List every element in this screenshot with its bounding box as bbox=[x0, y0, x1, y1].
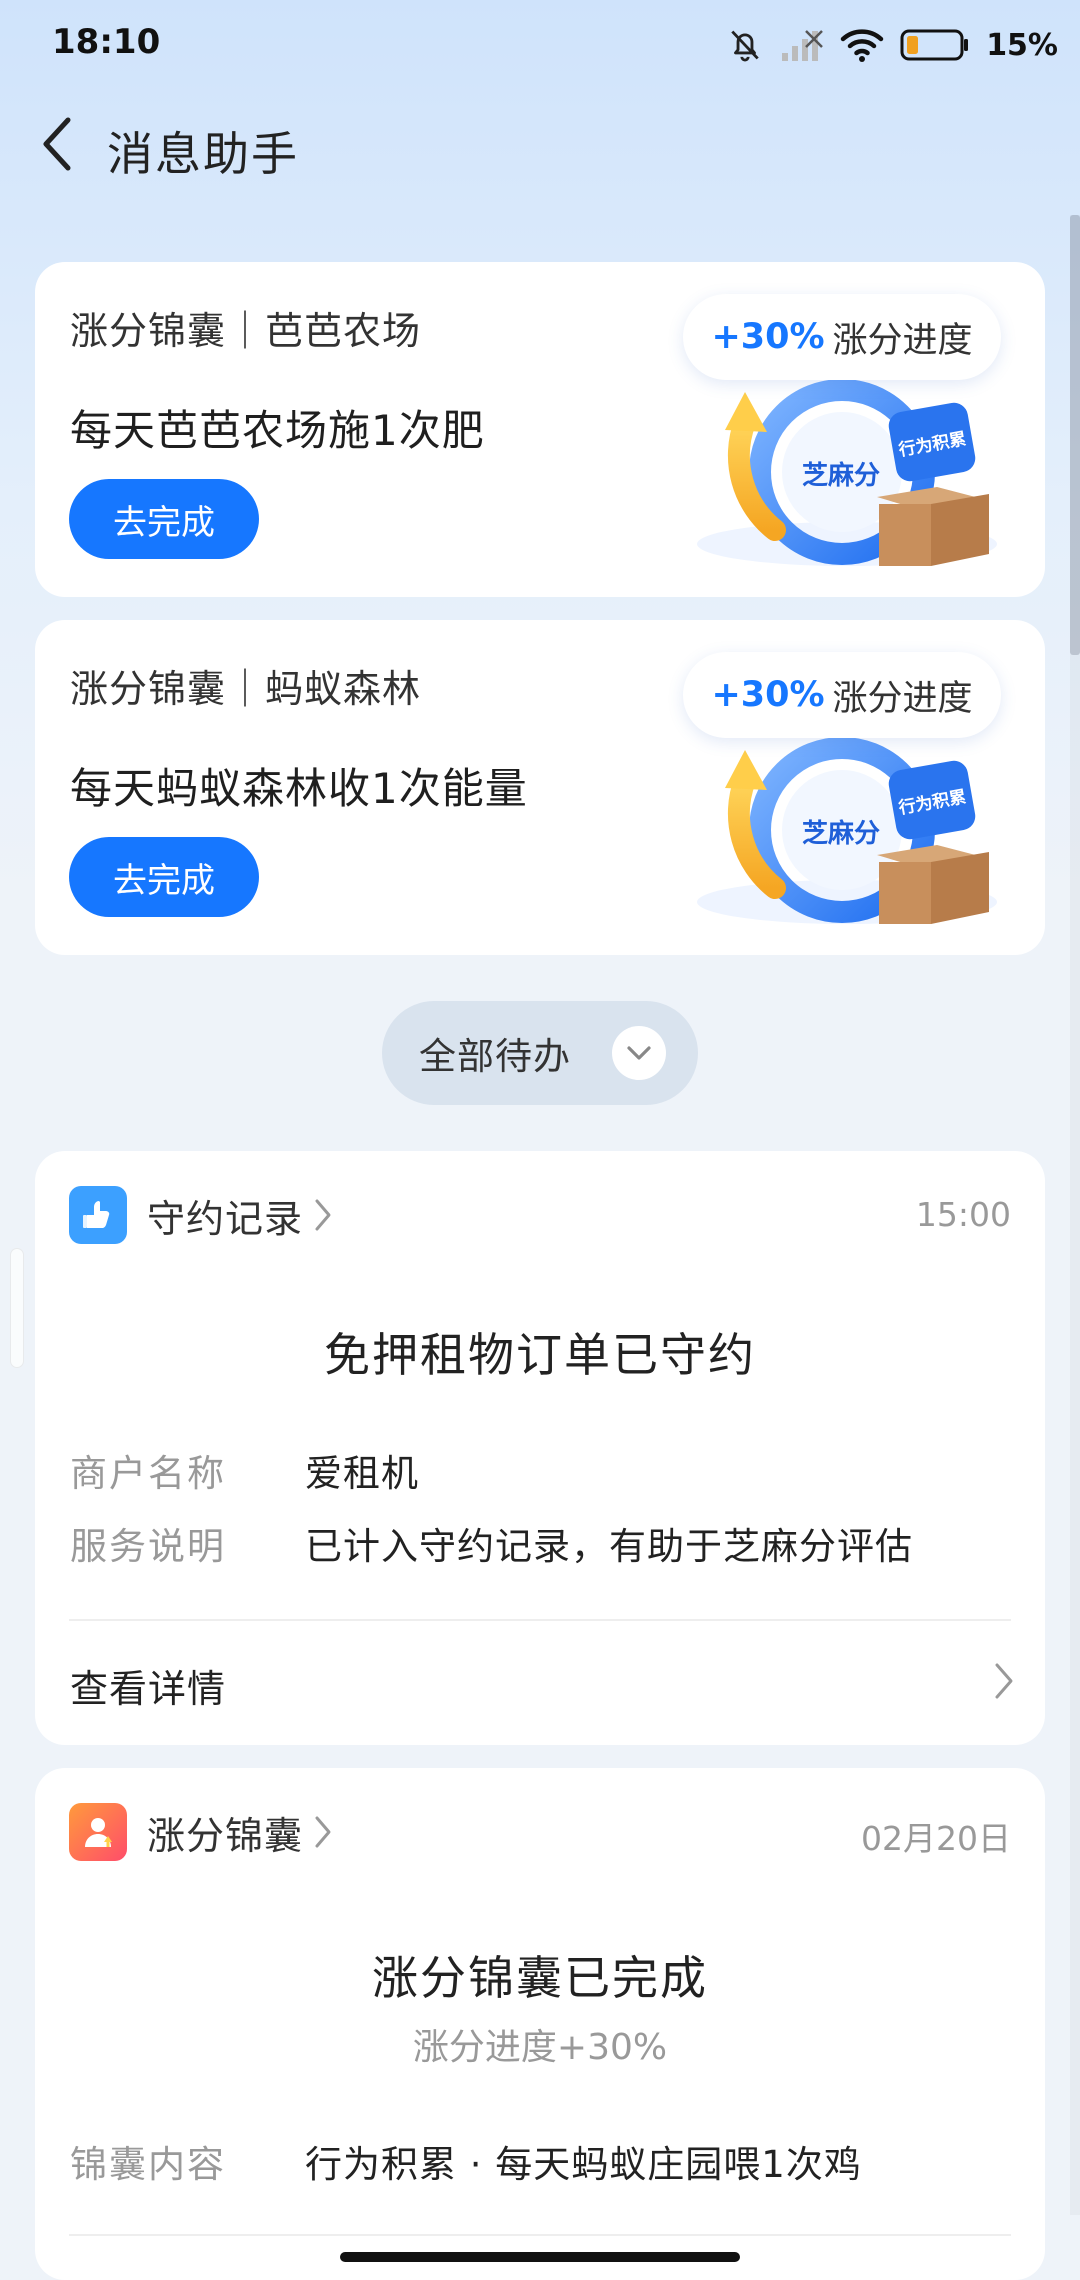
ring-label: 芝麻分 bbox=[802, 819, 880, 849]
back-icon bbox=[43, 117, 71, 171]
expand-toggle[interactable] bbox=[612, 1026, 666, 1080]
record-subtitle: 涨分进度+30% bbox=[412, 2027, 668, 2068]
all-todo-label: 全部待办 bbox=[419, 1035, 571, 1078]
chevron-right-icon[interactable] bbox=[993, 1661, 1015, 1701]
side-edge-handle[interactable] bbox=[10, 1248, 24, 1368]
progress-percent: +30% bbox=[711, 317, 825, 357]
progress-label: 涨分进度 bbox=[832, 678, 973, 719]
score-progress-illustration: 芝麻分 行为积累 +30% 涨分进度 bbox=[647, 282, 1027, 582]
task-description: 每天芭芭农场施1次肥 bbox=[70, 406, 485, 455]
bell-muted-icon bbox=[731, 30, 759, 62]
progress-percent: +30% bbox=[711, 675, 825, 715]
chevron-down-icon bbox=[627, 1046, 651, 1060]
record-card: 涨分锦囊 02月20日 涨分锦囊已完成 涨分进度+30% 锦囊内容 行为积累 ·… bbox=[35, 1768, 1045, 2280]
record-app-link[interactable]: 守约记录 bbox=[69, 1186, 333, 1244]
merchant-name-value: 爱租机 bbox=[305, 1452, 419, 1495]
record-title: 免押租物订单已守约 bbox=[324, 1328, 756, 1382]
record-time: 15:00 bbox=[915, 1195, 1011, 1234]
signal-icon bbox=[782, 30, 824, 61]
battery-percentage: 15% bbox=[986, 27, 1058, 63]
divider bbox=[69, 2234, 1011, 2236]
go-complete-button[interactable]: 去完成 bbox=[69, 479, 259, 559]
thumbs-up-app-icon bbox=[69, 1186, 127, 1244]
trophy-app-icon bbox=[69, 1803, 127, 1861]
back-button[interactable] bbox=[26, 112, 90, 176]
all-todo-button[interactable]: 全部待办 bbox=[382, 1001, 698, 1105]
go-complete-button[interactable]: 去完成 bbox=[69, 837, 259, 917]
task-tag: 涨分锦囊｜芭芭农场 bbox=[70, 309, 422, 353]
task-card[interactable]: 涨分锦囊｜蚂蚁森林 每天蚂蚁森林收1次能量 去完成 芝麻分 行为积累 +30% … bbox=[35, 620, 1045, 955]
progress-bubble: +30% 涨分进度 bbox=[683, 294, 1001, 380]
progress-label: 涨分进度 bbox=[832, 320, 973, 361]
view-details-link[interactable]: 查看详情 bbox=[70, 1658, 226, 1713]
status-icons: 15% bbox=[726, 22, 1058, 68]
ring-label: 芝麻分 bbox=[802, 461, 880, 491]
service-desc-value: 已计入守约记录，有助于芝麻分评估 bbox=[305, 1525, 913, 1568]
kit-content-value: 行为积累 · 每天蚂蚁庄园喂1次鸡 bbox=[305, 2143, 862, 2186]
record-time: 02月20日 bbox=[861, 1819, 1011, 1858]
merchant-name-label: 商户名称 bbox=[70, 1452, 226, 1495]
chevron-right-icon bbox=[315, 1199, 331, 1231]
home-indicator[interactable] bbox=[340, 2252, 740, 2262]
score-progress-illustration: 芝麻分 行为积累 +30% 涨分进度 bbox=[647, 640, 1027, 940]
task-card[interactable]: 涨分锦囊｜芭芭农场 每天芭芭农场施1次肥 去完成 芝麻分 行为积累 +30% 涨… bbox=[35, 262, 1045, 597]
kit-content-label: 锦囊内容 bbox=[70, 2143, 226, 2186]
nav-bar: 消息助手 bbox=[0, 108, 1080, 184]
record-app-name: 涨分锦囊 bbox=[147, 1813, 304, 1858]
status-bar: 18:10 15% bbox=[0, 0, 1080, 90]
page-title: 消息助手 bbox=[107, 127, 299, 181]
task-description: 每天蚂蚁森林收1次能量 bbox=[70, 764, 528, 813]
battery-icon bbox=[900, 29, 969, 61]
progress-bubble: +30% 涨分进度 bbox=[683, 652, 1001, 738]
task-tag: 涨分锦囊｜蚂蚁森林 bbox=[70, 667, 422, 711]
scrollbar-thumb[interactable] bbox=[1070, 215, 1080, 655]
wifi-icon bbox=[840, 29, 884, 62]
service-desc-label: 服务说明 bbox=[70, 1525, 226, 1568]
record-app-name: 守约记录 bbox=[147, 1196, 304, 1241]
record-title: 涨分锦囊已完成 bbox=[372, 1951, 708, 2005]
status-time: 18:10 bbox=[52, 22, 161, 62]
record-app-link[interactable]: 涨分锦囊 bbox=[69, 1803, 333, 1861]
chevron-right-icon bbox=[315, 1816, 331, 1848]
record-card: 守约记录 15:00 免押租物订单已守约 商户名称 爱租机 服务说明 已计入守约… bbox=[35, 1151, 1045, 1745]
divider bbox=[69, 1619, 1011, 1621]
